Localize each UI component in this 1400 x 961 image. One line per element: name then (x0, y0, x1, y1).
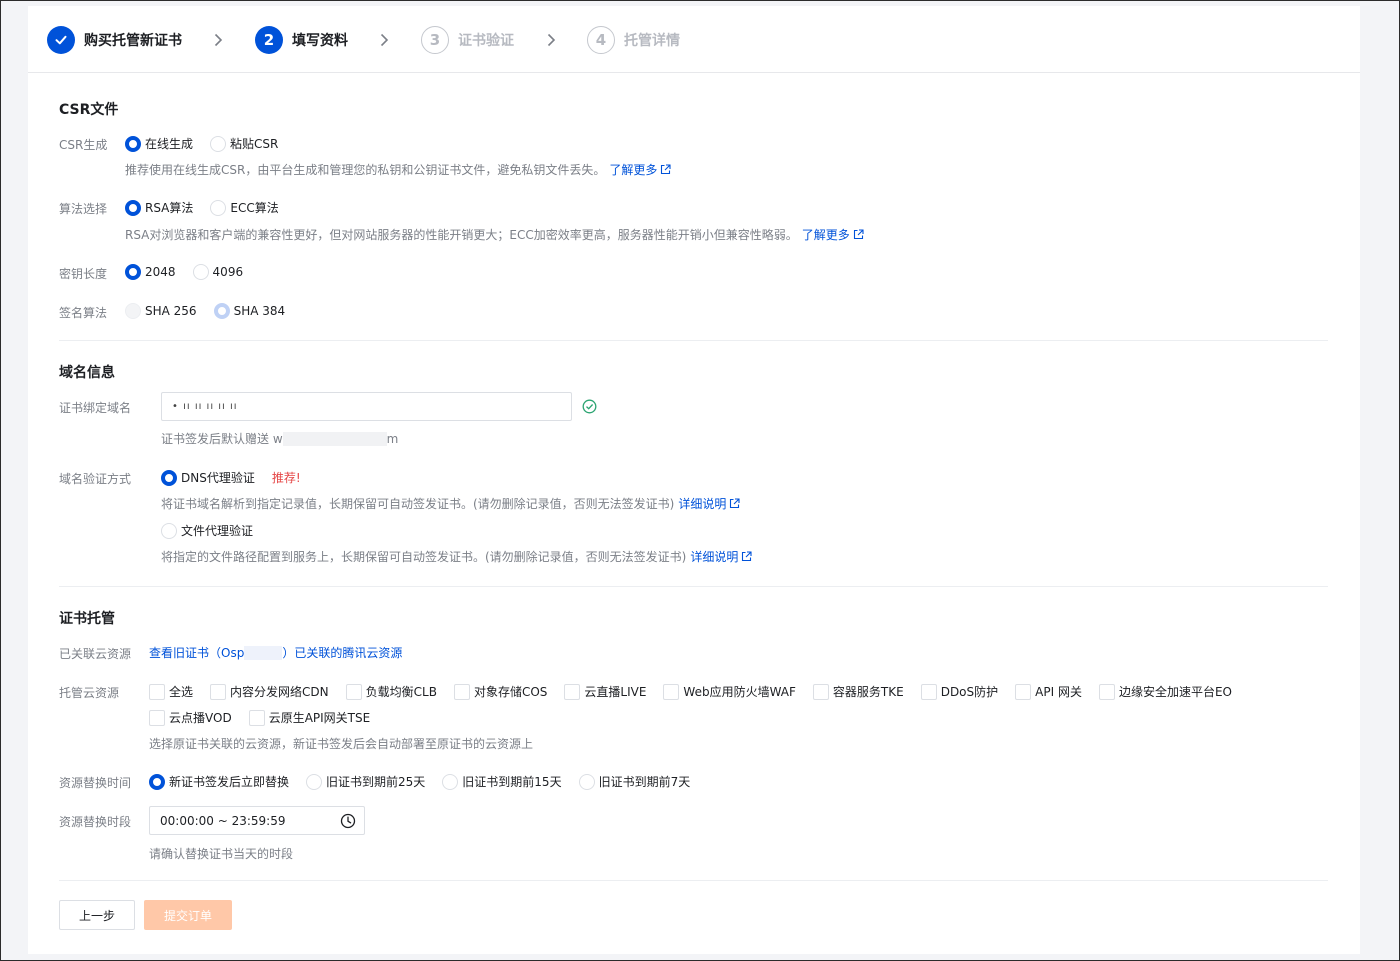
file-option-row: 文件代理验证 (161, 522, 270, 539)
external-link-icon (661, 164, 671, 175)
bind-domain-label: 证书绑定域名 (59, 401, 132, 415)
step-3-label: 证书验证 (458, 33, 514, 49)
algo-label: 算法选择 (59, 202, 108, 216)
chevron-right-icon (380, 33, 389, 47)
time-range-picker[interactable]: 00:00:00 ~ 23:59:59 (149, 806, 365, 835)
period-hint: 请确认替换证书当天的时段 (149, 847, 294, 861)
checkbox-eo[interactable]: 边缘安全加速平台EO (1098, 683, 1232, 700)
checkbox-cos[interactable]: 对象存储COS (453, 683, 547, 700)
external-link-icon (742, 551, 752, 562)
step-3-number: 3 (421, 26, 449, 54)
bind-domain-input[interactable]: • ıı ıı ıı ıı ıı (161, 392, 572, 421)
hosting-section-title: 证书托管 (59, 611, 115, 627)
radio-sha384[interactable]: SHA 384 (213, 303, 285, 319)
submit-order-button[interactable]: 提交订单 (144, 900, 232, 930)
view-old-cert-link[interactable]: 查看旧证书（Osp ）已关联的腾讯云资源 (149, 644, 402, 661)
divider (59, 340, 1328, 341)
keylen-options: 2048 4096 (125, 264, 260, 280)
redacted-block (282, 431, 387, 446)
prev-step-button[interactable]: 上一步 (59, 900, 135, 930)
checkbox-api-gateway[interactable]: API 网关 (1015, 683, 1082, 700)
check-circle-icon (582, 399, 597, 414)
chevron-right-icon (547, 33, 556, 47)
radio-2048[interactable]: 2048 (125, 264, 176, 280)
divider (59, 586, 1328, 587)
step-4-label: 托管详情 (624, 33, 680, 49)
res-label: 托管云资源 (59, 686, 120, 700)
res-hint: 选择原证书关联的云资源，新证书签发后会自动部署至原证书的云资源上 (149, 737, 534, 751)
step-4-number: 4 (587, 26, 615, 54)
detail-link[interactable]: 详细说明 (690, 548, 752, 565)
checkbox-tse[interactable]: 云原生API网关TSE (248, 709, 370, 726)
checkbox-tke[interactable]: 容器服务TKE (812, 683, 904, 700)
main-card: 购买托管新证书 2 填写资料 3 证书验证 4 托管详情 CSR文件 CSR生成… (28, 6, 1360, 954)
checkbox-vod[interactable]: 云点播VOD (149, 709, 232, 726)
step-1-label: 购买托管新证书 (84, 33, 182, 49)
clock-icon (340, 813, 356, 829)
sig-label: 签名算法 (59, 306, 108, 320)
step-1: 购买托管新证书 (47, 26, 182, 54)
radio-before-15-days[interactable]: 旧证书到期前15天 (442, 773, 562, 790)
algo-options: RSA算法 ECC算法 (125, 199, 296, 216)
step-2-label: 填写资料 (292, 33, 348, 49)
external-link-icon (853, 229, 864, 240)
checkbox-ddos[interactable]: DDoS防护 (920, 683, 998, 700)
step-3: 3 证书验证 (421, 26, 514, 54)
checkbox-select-all[interactable]: 全选 (149, 683, 193, 700)
time-label: 资源替换时间 (59, 776, 132, 790)
file-hint: 将指定的文件路径配置到服务上，长期保留可自动签发证书。(请勿删除记录值，否则无法… (161, 548, 752, 565)
dns-option-row: DNS代理验证 推荐! (161, 469, 301, 486)
radio-paste-csr[interactable]: 粘贴CSR (210, 135, 278, 152)
radio-file-verify[interactable]: 文件代理验证 (161, 522, 253, 539)
verify-label: 域名验证方式 (59, 472, 132, 486)
csr-gen-label: CSR生成 (59, 138, 108, 152)
learn-more-link[interactable]: 了解更多 (609, 161, 671, 178)
radio-rsa[interactable]: RSA算法 (125, 199, 193, 216)
redacted-block (244, 645, 283, 660)
detail-link[interactable]: 详细说明 (678, 495, 740, 512)
period-label: 资源替换时段 (59, 815, 132, 829)
checkbox-live[interactable]: 云直播LIVE (564, 683, 646, 700)
checkbox-waf[interactable]: Web应用防火墙WAF (663, 683, 796, 700)
radio-4096[interactable]: 4096 (192, 264, 243, 280)
csr-gen-hint: 推荐使用在线生成CSR，由平台生成和管理您的私钥和公钥证书文件，避免私钥文件丢失… (125, 161, 671, 178)
step-2-number: 2 (255, 26, 283, 54)
step-4: 4 托管详情 (587, 26, 680, 54)
time-options: 新证书签发后立即替换 旧证书到期前25天 旧证书到期前15天 旧证书到期前7天 (149, 773, 707, 790)
external-link-icon (730, 498, 740, 509)
linked-res-label: 已关联云资源 (59, 647, 132, 661)
radio-ecc[interactable]: ECC算法 (210, 199, 279, 216)
radio-sha256[interactable]: SHA 256 (125, 303, 197, 319)
checkbox-cdn[interactable]: 内容分发网络CDN (210, 683, 329, 700)
res-checkbox-row-1: 全选 内容分发网络CDN 负载均衡CLB 对象存储COS 云直播LIVE Web… (149, 683, 1249, 700)
learn-more-link[interactable]: 了解更多 (802, 226, 864, 243)
radio-dns-verify[interactable]: DNS代理验证 (161, 469, 255, 486)
checkbox-clb[interactable]: 负载均衡CLB (345, 683, 437, 700)
divider (59, 880, 1328, 881)
radio-online-gen[interactable]: 在线生成 (125, 135, 193, 152)
check-icon (47, 26, 75, 54)
sig-options: SHA 256 SHA 384 (125, 303, 302, 319)
radio-replace-immediately[interactable]: 新证书签发后立即替换 (149, 773, 289, 790)
gift-domain-hint: 证书签发后默认赠送 wm (161, 431, 399, 446)
radio-before-7-days[interactable]: 旧证书到期前7天 (578, 773, 690, 790)
domain-section-title: 域名信息 (59, 365, 115, 381)
recommend-tag: 推荐! (271, 471, 301, 485)
keylen-label: 密钥长度 (59, 267, 108, 281)
steps-bar: 购买托管新证书 2 填写资料 3 证书验证 4 托管详情 (28, 6, 1360, 73)
csr-section-title: CSR文件 (59, 102, 119, 118)
step-2: 2 填写资料 (255, 26, 348, 54)
radio-before-25-days[interactable]: 旧证书到期前25天 (306, 773, 425, 790)
dns-hint: 将证书域名解析到指定记录值，长期保留可自动签发证书。(请勿删除记录值，否则无法签… (161, 495, 740, 512)
res-checkbox-row-2: 云点播VOD 云原生API网关TSE (149, 709, 387, 726)
algo-hint: RSA对浏览器和客户端的兼容性更好，但对网站服务器的性能开销更大；ECC加密效率… (125, 226, 864, 243)
csr-gen-options: 在线生成 粘贴CSR (125, 135, 295, 152)
chevron-right-icon (214, 33, 223, 47)
